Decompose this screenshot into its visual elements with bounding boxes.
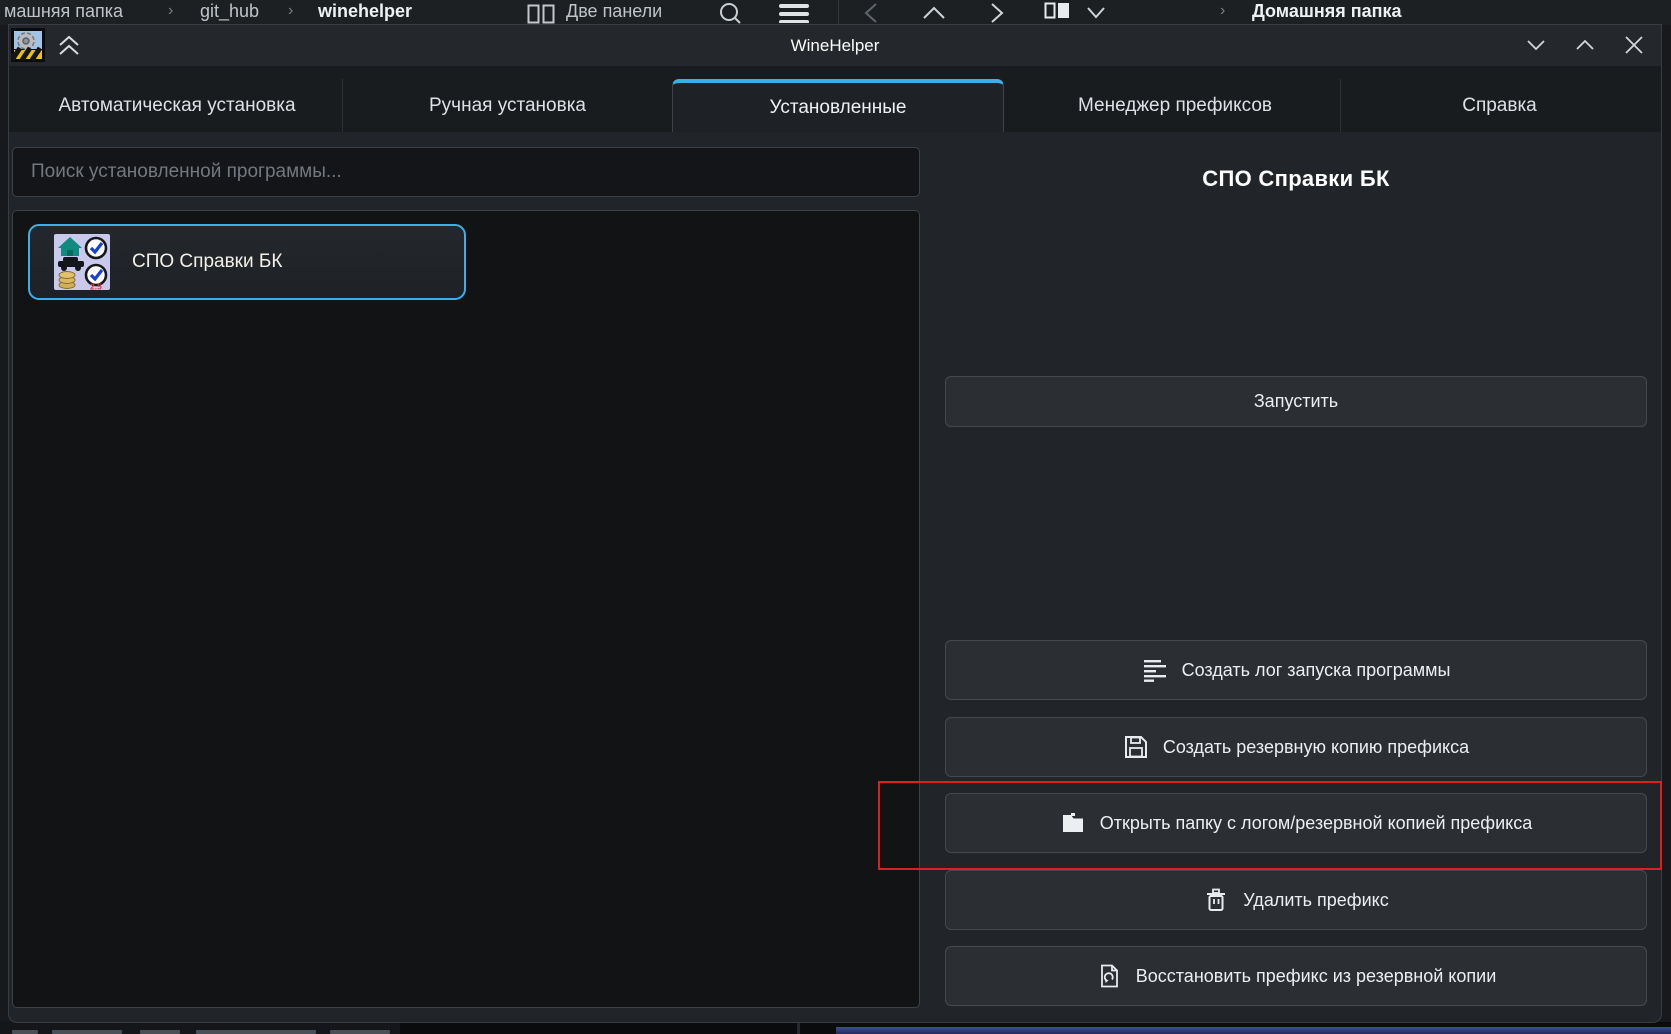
list-item-spo-spravki-bk[interactable]: 2.5 СПО Справки БК — [28, 224, 466, 300]
create-backup-label: Создать резервную копию префикса — [1163, 737, 1469, 758]
open-folder-button[interactable]: Открыть папку с логом/резервной копией п… — [945, 793, 1647, 853]
create-backup-button[interactable]: Создать резервную копию префикса — [945, 717, 1647, 777]
installed-programs-list: 2.5 СПО Справки БК — [12, 210, 920, 1008]
close-icon[interactable] — [1623, 35, 1645, 55]
log-lines-icon — [1142, 657, 1168, 683]
restore-prefix-button[interactable]: Восстановить префикс из резервной копии — [945, 946, 1647, 1006]
create-log-label: Создать лог запуска программы — [1182, 660, 1451, 681]
maximize-icon[interactable] — [1574, 35, 1596, 55]
back-arrow-icon[interactable] — [862, 2, 882, 24]
hamburger-menu-icon[interactable] — [779, 3, 809, 23]
tab-bar: Автоматическая установка Ручная установк… — [9, 66, 1661, 132]
background-terminal-fragment — [0, 1022, 400, 1034]
breadcrumb-item-current[interactable]: winehelper — [318, 0, 412, 24]
titlebar[interactable]: WineHelper — [9, 25, 1661, 66]
open-folder-label: Открыть папку с логом/резервной копией п… — [1100, 813, 1533, 834]
trash-icon — [1203, 887, 1229, 913]
up-arrow-icon[interactable] — [922, 4, 946, 22]
chevron-right-icon: › — [1220, 0, 1225, 24]
folder-icon — [1060, 810, 1086, 836]
toolbar-separator — [838, 0, 839, 25]
svg-text:2.5: 2.5 — [90, 282, 102, 291]
spo-spravki-bk-app-icon: 2.5 — [54, 234, 110, 290]
search-input[interactable] — [12, 147, 920, 197]
breadcrumb-item[interactable]: машняя папка — [4, 0, 123, 24]
winehelper-app-icon — [11, 28, 45, 62]
minimize-icon[interactable] — [1525, 35, 1547, 55]
tab-auto-install[interactable]: Автоматическая установка — [12, 79, 342, 132]
winehelper-window: WineHelper — [9, 25, 1661, 1022]
window-title: WineHelper — [9, 25, 1661, 66]
tab-manual-install[interactable]: Ручная установка — [342, 79, 672, 132]
chevron-right-icon: › — [288, 0, 293, 24]
keep-above-icon[interactable] — [57, 35, 81, 57]
selected-program-title: СПО Справки БК — [945, 166, 1647, 192]
breadcrumb-home[interactable]: Домашняя папка — [1252, 0, 1402, 24]
create-log-button[interactable]: Создать лог запуска программы — [945, 640, 1647, 700]
search-icon[interactable] — [718, 1, 742, 25]
background-file-manager-toolbar: машняя папка › git_hub › winehelper Две … — [0, 0, 1671, 25]
run-button-label: Запустить — [1254, 391, 1338, 412]
background-bottom-strip — [0, 1022, 1671, 1034]
panel-layout-icon[interactable] — [1044, 2, 1070, 22]
two-panels-icon — [527, 4, 555, 25]
delete-prefix-button[interactable]: Удалить префикс — [945, 870, 1647, 930]
run-button[interactable]: Запустить — [945, 376, 1647, 427]
chevron-right-icon: › — [168, 0, 173, 24]
breadcrumb-item[interactable]: git_hub — [200, 0, 259, 24]
desktop: машняя папка › git_hub › winehelper Две … — [0, 0, 1671, 1034]
floppy-save-icon — [1123, 734, 1149, 760]
tab-prefix-manager[interactable]: Менеджер префиксов — [1010, 79, 1340, 132]
two-panels-label[interactable]: Две панели — [566, 0, 662, 24]
restore-document-icon — [1096, 963, 1122, 989]
background-blue-edge — [836, 1027, 1671, 1034]
background-window-edge — [797, 1022, 800, 1034]
forward-arrow-icon[interactable] — [986, 2, 1006, 24]
tab-help[interactable]: Справка — [1340, 79, 1658, 132]
delete-prefix-label: Удалить префикс — [1243, 890, 1388, 911]
program-name: СПО Справки БК — [132, 251, 282, 273]
restore-prefix-label: Восстановить префикс из резервной копии — [1136, 966, 1497, 987]
chevron-down-icon[interactable] — [1086, 6, 1106, 20]
tab-installed[interactable]: Установленные — [672, 79, 1004, 132]
